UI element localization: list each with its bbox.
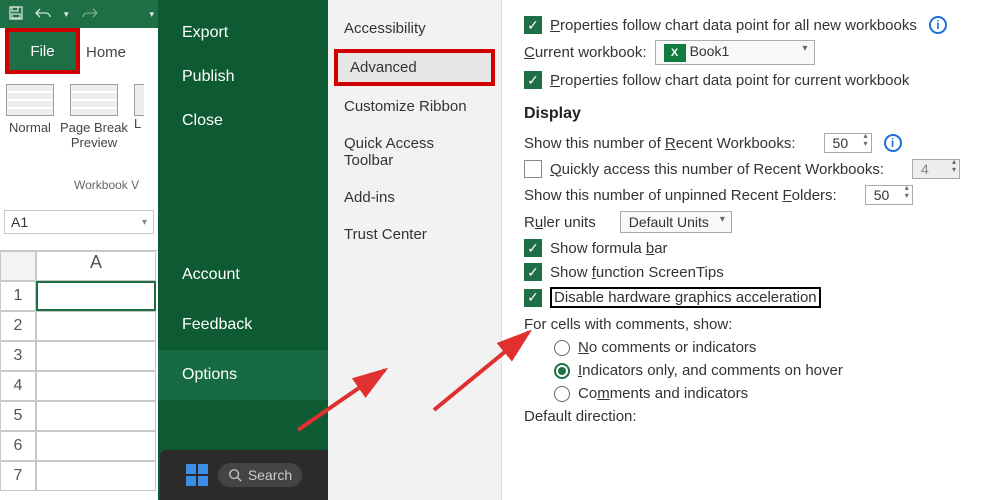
backstage-item-close[interactable]: Close — [182, 112, 304, 130]
backstage-item-export[interactable]: Export — [182, 24, 304, 42]
quick-access-toolbar: ▾ ▾ — [0, 0, 160, 28]
taskbar-search-label: Search — [248, 467, 292, 483]
workbook-views-group: Normal Page Break Preview L — [6, 84, 144, 150]
comments-show-label: For cells with comments, show: — [524, 316, 732, 333]
windows-start-icon[interactable] — [186, 464, 208, 486]
recent-workbooks-spinner[interactable]: 50 — [824, 133, 872, 153]
row-header[interactable]: 7 — [0, 461, 36, 491]
comments-none-label: No comments or indicators — [578, 339, 756, 356]
cell[interactable] — [36, 461, 156, 491]
prop-all-workbooks-label: Properties follow chart data point for a… — [550, 17, 917, 34]
name-box[interactable]: A1 ▾ — [4, 210, 154, 234]
cell[interactable] — [36, 281, 156, 311]
file-tab[interactable]: File — [5, 28, 80, 74]
options-category-add-ins[interactable]: Add-ins — [328, 179, 501, 216]
options-category-quick-access-toolbar[interactable]: Quick Access Toolbar — [328, 125, 501, 179]
recent-folders-label: Show this number of unpinned Recent Fold… — [524, 187, 837, 204]
column-header-a[interactable]: A — [36, 251, 156, 281]
checkbox-checked-icon[interactable]: ✓ — [524, 16, 542, 34]
backstage-item-account[interactable]: Account — [158, 250, 328, 300]
checkbox-checked-icon[interactable]: ✓ — [524, 263, 542, 281]
undo-dropdown-icon[interactable]: ▾ — [64, 9, 69, 20]
comments-both-label: Comments and indicators — [578, 385, 748, 402]
radio-unchecked-icon[interactable] — [554, 386, 570, 402]
quick-access-recent-label: Quickly access this number of Recent Wor… — [550, 161, 884, 178]
options-category-advanced[interactable]: Advanced — [334, 49, 495, 86]
qat-customize-icon[interactable]: ▾ — [149, 9, 154, 20]
view-layout-button-clipped[interactable]: L — [134, 84, 144, 131]
view-layout-initial: L — [134, 116, 144, 131]
options-category-list: AccessibilityAdvancedCustomize RibbonQui… — [328, 0, 502, 500]
recent-workbooks-label: Show this number of Recent Workbooks: — [524, 135, 796, 152]
row-header[interactable]: 4 — [0, 371, 36, 401]
row-header[interactable]: 5 — [0, 401, 36, 431]
taskbar-search[interactable]: Search — [218, 463, 302, 487]
undo-icon[interactable] — [34, 6, 54, 23]
current-workbook-combo[interactable]: XBook1 — [655, 40, 815, 65]
excel-file-icon: X — [664, 44, 686, 62]
cell[interactable] — [36, 401, 156, 431]
taskbar-fragment: Search — [160, 450, 328, 500]
recent-folders-spinner[interactable]: 50 — [865, 185, 913, 205]
disable-hw-graphics-label: Disable hardware graphics acceleration — [550, 287, 821, 308]
home-tab[interactable]: Home — [86, 44, 126, 61]
view-pagebreak-label1: Page Break — [60, 120, 128, 135]
quick-access-spinner: 4 — [912, 159, 960, 179]
radio-checked-icon[interactable] — [554, 363, 570, 379]
view-pagebreak-button[interactable]: Page Break Preview — [60, 84, 128, 150]
ruler-units-combo[interactable]: Default Units — [620, 211, 732, 233]
options-pane-advanced: ✓ Properties follow chart data point for… — [502, 0, 1004, 500]
display-section-title: Display — [524, 105, 994, 123]
show-formula-bar-label: Show formula bar — [550, 240, 668, 257]
radio-unchecked-icon[interactable] — [554, 340, 570, 356]
options-category-trust-center[interactable]: Trust Center — [328, 216, 501, 253]
backstage-item-feedback[interactable]: Feedback — [158, 300, 328, 350]
current-workbook-label: Current workbook: — [524, 44, 647, 61]
worksheet: A 1234567 — [0, 250, 158, 491]
ruler-units-label: Ruler units — [524, 214, 596, 231]
checkbox-checked-icon[interactable]: ✓ — [524, 71, 542, 89]
row-header[interactable]: 2 — [0, 311, 36, 341]
cell[interactable] — [36, 371, 156, 401]
cell[interactable] — [36, 341, 156, 371]
cell[interactable] — [36, 431, 156, 461]
view-pagebreak-label2: Preview — [60, 135, 128, 150]
row-header[interactable]: 6 — [0, 431, 36, 461]
row-header[interactable]: 3 — [0, 341, 36, 371]
view-pagebreak-icon — [70, 84, 118, 116]
select-all-corner[interactable] — [0, 251, 36, 281]
comments-indicators-label: Indicators only, and comments on hover — [578, 362, 843, 379]
info-icon[interactable]: i — [929, 16, 947, 34]
checkbox-unchecked-icon[interactable] — [524, 160, 542, 178]
view-normal-label: Normal — [6, 120, 54, 135]
view-normal-button[interactable]: Normal — [6, 84, 54, 135]
backstage-item-publish[interactable]: Publish — [182, 68, 304, 86]
default-direction-label: Default direction: — [524, 408, 637, 425]
options-category-customize-ribbon[interactable]: Customize Ribbon — [328, 88, 501, 125]
options-category-accessibility[interactable]: Accessibility — [328, 10, 501, 47]
backstage-item-options[interactable]: Options — [158, 350, 328, 400]
info-icon[interactable]: i — [884, 134, 902, 152]
cell[interactable] — [36, 311, 156, 341]
prop-current-workbook-label: Properties follow chart data point for c… — [550, 72, 909, 89]
checkbox-checked-icon[interactable]: ✓ — [524, 289, 542, 307]
save-icon[interactable] — [8, 5, 24, 24]
workbook-views-label: Workbook V — [74, 178, 139, 192]
search-icon — [228, 468, 242, 482]
name-box-dropdown-icon[interactable]: ▾ — [142, 217, 147, 228]
current-workbook-value: Book1 — [690, 43, 730, 59]
view-layout-icon — [134, 84, 144, 116]
view-normal-icon — [6, 84, 54, 116]
show-function-screentips-label: Show function ScreenTips — [550, 264, 724, 281]
checkbox-checked-icon[interactable]: ✓ — [524, 239, 542, 257]
row-header[interactable]: 1 — [0, 281, 36, 311]
backstage-menu: Export Publish Close AccountFeedbackOption… — [158, 0, 328, 500]
name-box-value: A1 — [11, 214, 28, 230]
redo-icon[interactable] — [79, 6, 99, 23]
